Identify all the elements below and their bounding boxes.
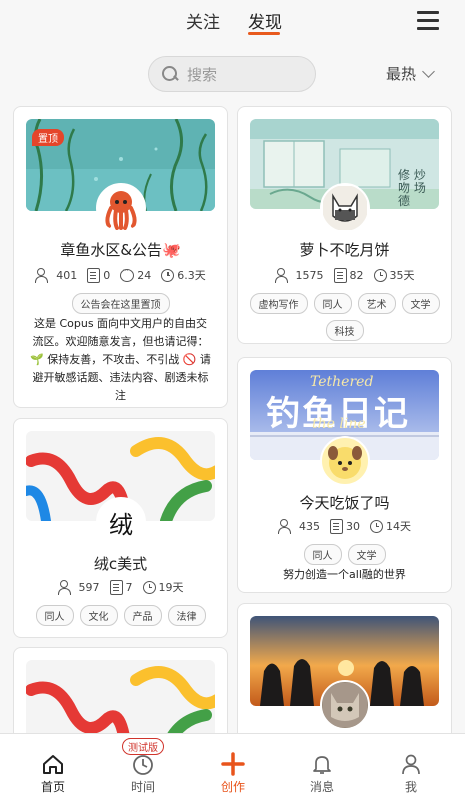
chevron-down-icon [422, 64, 435, 78]
member-count: 401 [56, 268, 78, 282]
pinned-badge: 置顶 [32, 129, 64, 146]
post-count: 30 [346, 519, 360, 533]
search-input[interactable]: 搜索 [148, 56, 316, 92]
community-card[interactable]: 钓鱼日记 Tethered the line 今天吃饭了吗 435 30 14天… [237, 357, 452, 593]
community-stats: 401 0 24 6.3天 [14, 266, 227, 283]
post-count: 0 [103, 268, 111, 282]
nav-label: 创作 [220, 780, 245, 794]
plus-icon [221, 752, 245, 776]
tag-list: 虚构写作 同人 艺术 文学 科技 [246, 293, 443, 341]
clock-icon [373, 268, 387, 282]
banner-subtitle: Tethered [310, 374, 374, 390]
community-description: 这是 Copus 面向中文用户的自由交流区。欢迎随意发言，但也请记得：🌱 保持友… [30, 317, 211, 402]
age: 35天 [389, 269, 415, 282]
comment-count: 24 [137, 268, 152, 282]
tag[interactable]: 法律 [167, 605, 206, 626]
tag[interactable]: 同人 [35, 605, 74, 626]
bell-icon [313, 756, 331, 774]
community-card[interactable] [13, 647, 228, 747]
clock-icon [161, 268, 175, 282]
tag[interactable]: 艺术 [357, 293, 396, 314]
banner-subtitle: the line [312, 416, 366, 432]
nav-label: 首页 [40, 780, 65, 794]
posts-icon [330, 518, 343, 534]
tag[interactable]: 虚构写作 [249, 293, 308, 314]
post-count: 7 [125, 580, 133, 594]
tag[interactable]: 科技 [325, 320, 364, 341]
nav-label: 消息 [309, 780, 334, 794]
members-icon [57, 580, 76, 595]
community-stats: 597 7 19天 [14, 579, 227, 595]
community-card[interactable]: 修 炒 吻 场德 萝卜不吃月饼 1575 82 35天 虚构写作 同人 艺术 文… [237, 106, 452, 344]
member-count: 1575 [295, 268, 324, 282]
community-card[interactable] [237, 603, 452, 743]
bottom-nav: 首页 时间 创作 消息 我 [0, 733, 465, 797]
tag[interactable]: 文学 [401, 293, 440, 314]
tag-list: 公告会在这里置顶 [22, 293, 219, 314]
tab-following[interactable]: 关注 [186, 8, 220, 33]
avatar [320, 680, 370, 730]
beta-badge: 测试版 [122, 738, 164, 755]
sort-label: 最热 [386, 65, 417, 83]
community-card[interactable]: 绒 绒c美式 597 7 19天 同人 文化 产品 法律 [13, 418, 228, 638]
community-stats: 1575 82 35天 [238, 267, 451, 283]
banner-text: 修 炒 吻 场德 [398, 168, 426, 208]
member-count: 597 [78, 580, 100, 594]
posts-icon [87, 267, 101, 283]
posts-icon [333, 267, 347, 283]
tag[interactable]: 同人 [303, 544, 342, 565]
members-icon [274, 268, 293, 283]
members-icon [278, 519, 296, 534]
search-icon [161, 65, 179, 83]
home-icon [43, 755, 63, 774]
avatar: 绒 [96, 497, 146, 547]
clock-icon [133, 755, 153, 775]
tab-active-indicator [248, 32, 280, 35]
tag-list: 同人 文化 产品 法律 [22, 605, 219, 626]
tag[interactable]: 文化 [79, 605, 118, 626]
search-placeholder: 搜索 [187, 65, 218, 84]
community-title: 萝卜不吃月饼 [299, 241, 390, 259]
clock-icon [142, 580, 156, 594]
age: 6.3天 [177, 269, 206, 282]
community-card[interactable]: 置顶 章鱼水区&公告🐙 401 0 24 6.3天 公告会在这里置顶 这是 Co… [13, 106, 228, 408]
top-bar: 关注 发现 [0, 0, 465, 44]
age: 14天 [386, 520, 411, 533]
post-count: 82 [349, 268, 364, 282]
community-title: 绒c美式 [93, 555, 148, 573]
clock-icon [370, 519, 383, 533]
tag[interactable]: 同人 [313, 293, 352, 314]
posts-icon [109, 579, 123, 595]
community-title: 章鱼水区&公告🐙 [60, 241, 181, 259]
age: 19天 [158, 581, 184, 594]
tag[interactable]: 公告会在这里置顶 [71, 293, 170, 314]
members-icon [35, 268, 53, 283]
nav-label: 时间 [130, 780, 155, 794]
member-count: 435 [299, 519, 320, 533]
comments-icon [120, 266, 135, 282]
avatar [320, 436, 370, 486]
tag-list: 同人 文学 [246, 544, 443, 565]
tab-discover[interactable]: 发现 [248, 8, 282, 33]
community-stats: 435 30 14天 [238, 518, 451, 534]
menu-icon[interactable] [417, 11, 439, 31]
community-description: 努力创造一个all融的世界 [283, 568, 406, 581]
nav-label: 我 [404, 780, 417, 794]
avatar [320, 183, 370, 233]
sort-dropdown[interactable]: 最热 [386, 63, 435, 84]
user-icon [402, 754, 420, 775]
community-title: 今天吃饭了吗 [299, 494, 390, 512]
tag[interactable]: 产品 [123, 605, 162, 626]
avatar [96, 183, 146, 233]
tag[interactable]: 文学 [347, 544, 386, 565]
